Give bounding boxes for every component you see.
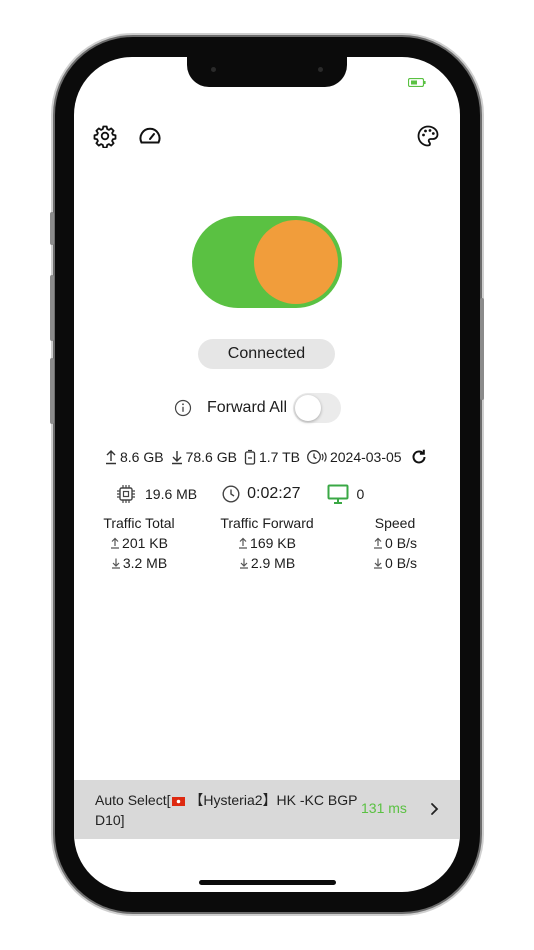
speed-test-button[interactable] [137,123,163,149]
server-selector[interactable]: Auto Select[ 【Hysteria2】HK -KC BGP D10] … [74,780,460,839]
data-card-icon [244,449,256,465]
duration-stat: 0:02:27 [221,484,301,504]
theme-button[interactable] [415,123,441,149]
mute-switch [50,212,54,245]
traffic-forward-column: Traffic Forward 169 KB 2.9 MB [212,513,322,573]
speed-up: 0 B/s [358,533,432,553]
hong-kong-flag-icon [171,796,185,806]
traffic-total-up: 201 KB [94,533,184,553]
battery-icon [408,78,426,87]
chevron-right-icon [431,803,439,815]
speed-column: Speed 0 B/s 0 B/s [358,513,432,573]
power-button [480,298,484,400]
notch [187,57,347,87]
traffic-forward-down: 2.9 MB [212,553,322,573]
volume-down-button [50,358,54,424]
volume-up-button [50,275,54,341]
memory-stat: 19.6 MB [115,483,197,505]
connection-toggle[interactable] [192,216,342,308]
download-icon [239,558,248,569]
gear-icon [93,125,117,148]
forward-all-toggle-knob [295,395,322,421]
forward-all-toggle[interactable] [293,393,342,423]
download-icon [111,558,120,569]
upload-icon [239,537,248,549]
home-indicator [199,880,336,885]
connection-toggle-knob [254,220,338,304]
stats-row: 19.6 MB 0:02:27 0 [115,482,415,506]
forward-all-row: Forward All [174,392,342,424]
usage-expiry: 2024-03-05 [306,449,402,465]
settings-button[interactable] [92,123,118,149]
palette-icon [417,125,439,147]
upload-icon [106,450,116,465]
connections-stat: 0 [327,483,364,505]
connection-status-label: Connected [227,345,306,362]
traffic-total-down: 3.2 MB [94,553,184,573]
monitor-icon [327,484,349,504]
connection-status-badge: Connected [198,339,335,369]
server-latency: 131 ms [361,800,407,816]
app-screen: Connected Forward All 8.6 GB 78.6 GB 1.7… [74,57,460,892]
refresh-icon[interactable] [410,448,428,466]
upload-icon [111,537,120,549]
download-icon [171,451,182,465]
speedometer-icon [139,127,161,144]
speed-down: 0 B/s [358,553,432,573]
clock-icon [222,485,240,503]
clock-expiry-icon [307,450,327,464]
chip-icon [117,485,135,503]
download-icon [374,558,383,569]
usage-total: 1.7 TB [243,449,300,465]
usage-row: 8.6 GB 78.6 GB 1.7 TB 2024-03-05 [104,446,449,468]
traffic-forward-up: 169 KB [212,533,322,553]
traffic-total-column: Traffic Total 201 KB 3.2 MB [94,513,184,573]
upload-icon [374,537,383,549]
info-icon[interactable] [174,399,192,417]
usage-download: 78.6 GB [170,449,237,465]
forward-all-label: Forward All [207,399,288,416]
server-name: Auto Select[ 【Hysteria2】HK -KC BGP D10] [95,792,358,828]
usage-upload: 8.6 GB [104,449,164,465]
